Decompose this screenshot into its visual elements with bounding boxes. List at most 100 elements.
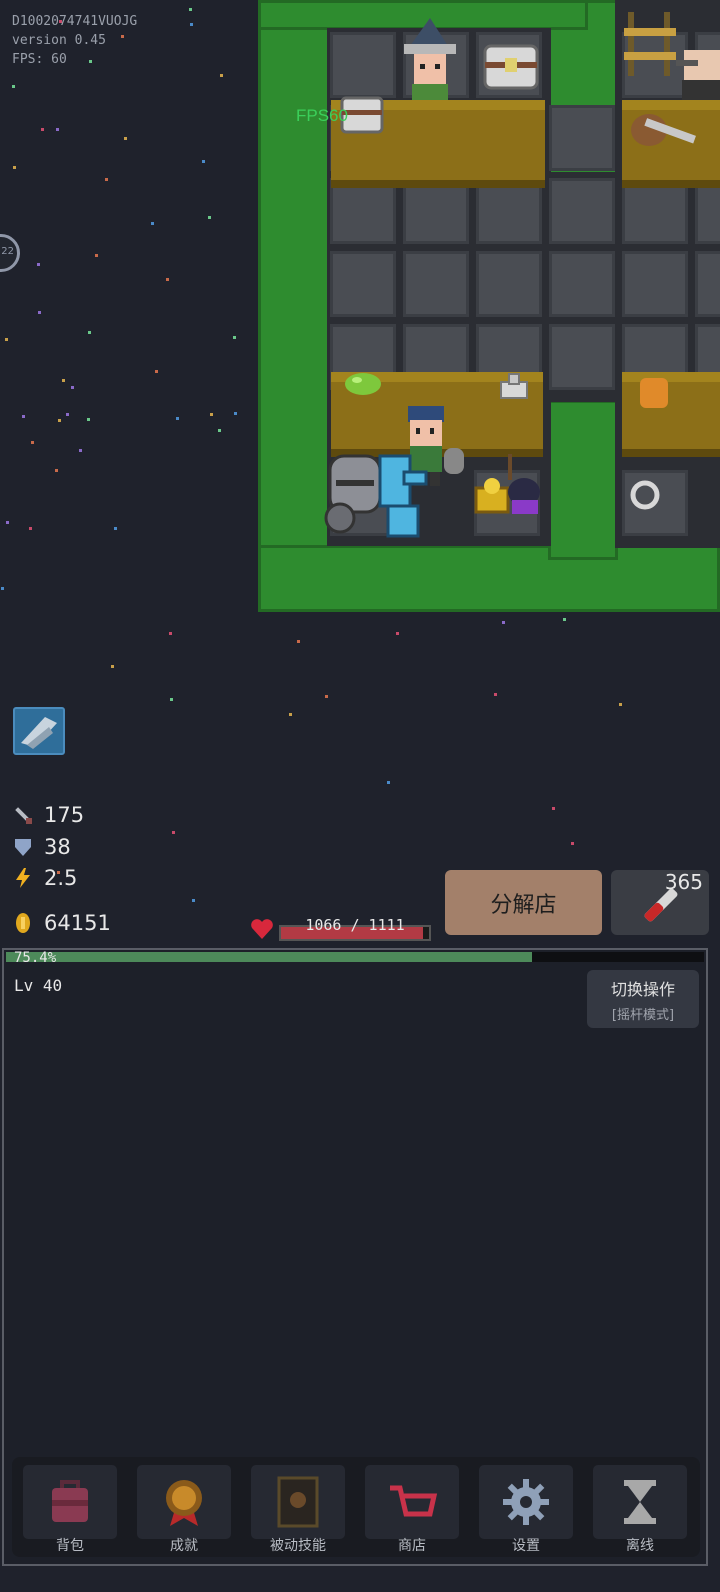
star [71,386,75,390]
backpack-icon [52,1480,88,1522]
star [38,310,42,314]
gold-stat: 64151 [12,911,111,935]
slime-item[interactable] [343,366,383,396]
star [169,631,173,635]
switch-mode-subtitle: [摇杆模式] [611,1008,675,1023]
medal-icon [166,1480,202,1526]
star [165,278,169,282]
floor-tile [549,178,615,244]
nav-label: 背包 [56,1538,84,1554]
nav-passive-skills[interactable]: 被动技能 [250,1465,346,1554]
floor-tile [330,32,396,98]
star [325,694,328,698]
star [87,330,91,334]
star [209,412,213,416]
side-badge-text: 22 [1,246,14,257]
star [28,527,32,531]
star [0,586,4,590]
star [571,842,575,846]
star [202,160,206,164]
blue-dragon-pet[interactable] [368,446,434,544]
potion-button[interactable]: 365 [611,870,709,935]
star [175,416,179,420]
disassemble-shop-button[interactable]: 分解店 [445,870,602,935]
wizard-npc[interactable] [400,18,460,100]
star [55,468,59,472]
xp-bar [6,952,704,962]
star [170,698,174,702]
sword-icon [15,807,32,824]
star [78,449,82,453]
nav-label: 设置 [512,1538,540,1554]
lightning-icon [16,868,30,888]
star [111,664,115,668]
star [551,806,555,810]
nav-backpack[interactable]: 背包 [22,1465,118,1554]
ring-item[interactable] [628,478,662,512]
star [386,780,390,784]
attack-value: 175 [44,803,85,827]
floor-tile [549,251,615,317]
floor-tile [476,251,542,317]
nav-shop[interactable]: 商店 [364,1465,460,1554]
side-badge[interactable]: 22 [0,234,20,272]
star [233,336,237,340]
switch-control-mode-button[interactable]: 切换操作 [摇杆模式] [587,970,699,1028]
anvil-stand [624,12,676,76]
star [22,414,26,418]
star [502,620,506,624]
star [66,412,69,416]
gear-icon [503,1479,549,1525]
star [218,428,222,432]
star [150,221,154,225]
switch-mode-title: 切换操作 [610,980,675,999]
nav-label: 成就 [170,1538,198,1554]
gold-value: 64151 [44,911,111,935]
skill-button[interactable] [13,707,65,755]
fps-tag: FPS60 [296,106,348,125]
star [296,640,300,644]
chest-item[interactable] [483,44,539,90]
star [123,136,127,140]
nav-settings[interactable]: 设置 [478,1465,574,1554]
star [189,7,193,11]
speed-value: 2.5 [44,866,78,890]
hp-text: 1066 / 1111 [305,916,405,934]
star [94,254,98,258]
gold-coin-icon [16,913,30,933]
wing-skill-icon [21,717,57,749]
star [619,702,623,706]
nav-offline[interactable]: 离线 [592,1465,688,1554]
floor-tile [549,324,615,390]
helmet-item[interactable] [497,370,531,406]
floor-tile [622,251,688,317]
star [289,713,293,717]
xp-fill [6,952,533,962]
nav-label: 商店 [398,1538,426,1554]
device-id: D1002074741VUOJG [12,14,138,29]
fps-counter: FPS: 60 [12,52,67,67]
star [219,73,223,77]
star [5,338,9,342]
defense-value: 38 [44,835,71,859]
star [192,899,196,903]
nav-achievements[interactable]: 成就 [136,1465,232,1554]
star [113,526,117,530]
star [6,521,10,525]
hedge-wall-left [258,0,330,612]
debug-info: D1002074741VUOJG version 0.45 FPS: 60 [12,12,137,69]
glove-item[interactable] [636,374,672,412]
level-text: Lv 40 [14,976,63,995]
sword-item[interactable] [627,108,699,152]
floor-tile [330,251,396,317]
version-text: version 0.45 [12,33,106,48]
blacksmith-npc[interactable] [676,30,720,100]
purple-mage-companion[interactable] [502,450,542,520]
star [396,631,400,635]
game-world[interactable]: D1002074741VUOJG version 0.45 FPS: 60 FP… [0,0,720,960]
star [86,417,90,421]
star [12,165,16,169]
star [58,418,62,422]
floor-tile [695,251,720,317]
star [37,262,41,266]
